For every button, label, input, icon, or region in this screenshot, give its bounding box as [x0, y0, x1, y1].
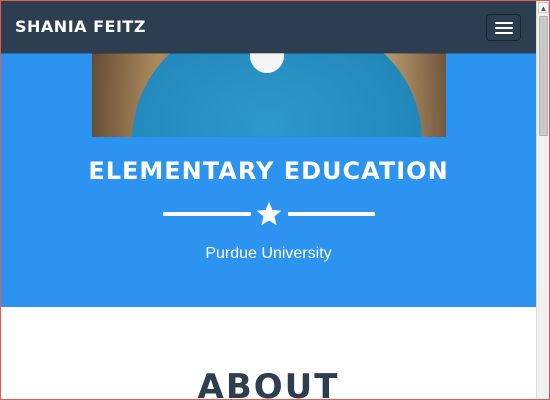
divider-line-right [288, 212, 375, 216]
scrollbar-thumb[interactable] [539, 16, 548, 136]
scroll-up-arrow[interactable]: ▲ [538, 2, 549, 13]
star-icon [256, 201, 282, 226]
top-navbar: SHANIA FEITZ [1, 1, 536, 53]
brand-link[interactable]: SHANIA FEITZ [15, 17, 146, 36]
about-heading: ABOUT [197, 367, 340, 400]
school-subtitle: Purdue University [205, 245, 332, 262]
browser-viewport: ELEMENTARY EDUCATION Purdue University A… [0, 0, 550, 400]
vertical-scrollbar[interactable]: ▲ [536, 1, 549, 399]
menu-toggle-button[interactable] [486, 14, 521, 41]
divider-line-left [163, 212, 251, 216]
page-title: ELEMENTARY EDUCATION [88, 157, 449, 185]
